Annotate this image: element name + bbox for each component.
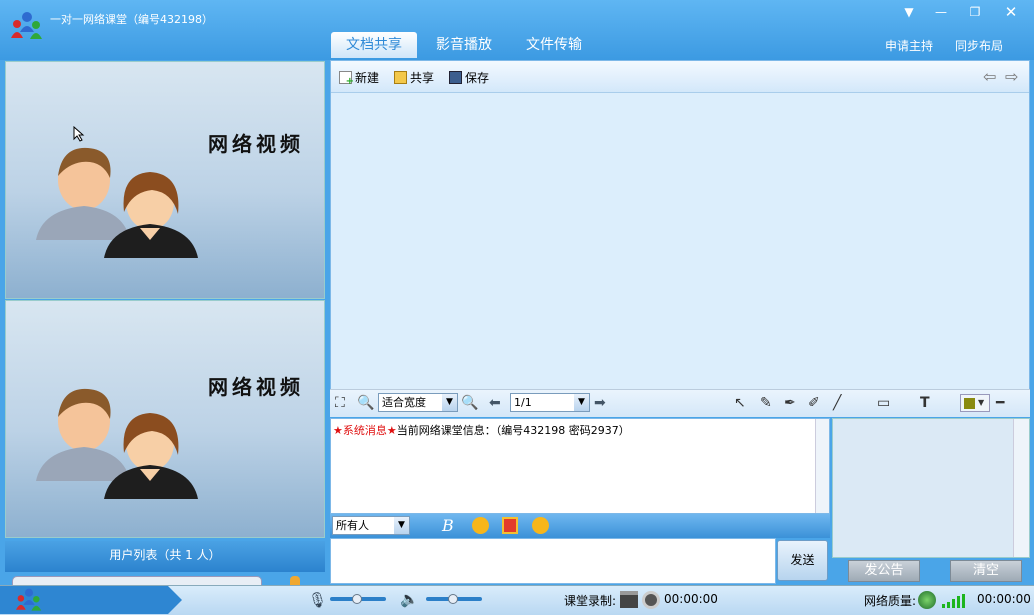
color-picker[interactable]: ▼ xyxy=(960,394,990,412)
restore-icon: ❐ xyxy=(969,5,981,19)
zoom-in-icon[interactable]: 🔍 xyxy=(357,395,374,411)
title-bar: 一对一网络课堂（编号432198） ▼ — ❐ ✕ 文档共享 影音播放 文件传输… xyxy=(0,0,1034,60)
users-avatar-icon xyxy=(36,147,198,258)
send-button[interactable]: 发送 xyxy=(777,540,828,581)
document-canvas[interactable]: + 新建 共享 保存 ⇦ ⇨ xyxy=(330,60,1030,416)
gift-icon[interactable] xyxy=(502,517,518,534)
chat-scrollbar[interactable] xyxy=(815,419,829,513)
record-time: 00:00:00 xyxy=(664,592,718,606)
window-title: 一对一网络课堂（编号432198） xyxy=(50,13,213,26)
share-button[interactable]: 共享 xyxy=(394,69,434,86)
recipient-select[interactable]: 所有人 ▼ xyxy=(332,516,410,535)
hand-icon[interactable] xyxy=(290,576,300,585)
share-folder-icon xyxy=(394,71,407,84)
new-label: 新建 xyxy=(355,71,380,85)
speaker-icon[interactable]: 🔈 xyxy=(400,590,419,608)
video-label: 网络视频 xyxy=(208,132,304,156)
clear-button[interactable]: 清空 xyxy=(950,560,1022,582)
chat-input[interactable] xyxy=(330,538,776,584)
app-logo-icon xyxy=(16,588,42,611)
laugh-emoji-icon[interactable] xyxy=(532,517,549,534)
chevron-down-icon: ▼ xyxy=(978,398,985,407)
tab-document-share[interactable]: 文档共享 xyxy=(331,32,417,58)
mic-volume-slider[interactable] xyxy=(330,594,386,604)
clapperboard-icon[interactable] xyxy=(620,591,638,608)
fit-mode-value: 适合宽度 xyxy=(382,396,426,409)
signal-strength-icon xyxy=(942,594,966,608)
restore-button[interactable]: ❐ xyxy=(964,4,986,22)
slider-knob[interactable] xyxy=(352,594,362,604)
chevron-down-icon: ▼ xyxy=(574,394,589,411)
brush-icon[interactable]: ✐ xyxy=(808,395,820,411)
minimize-icon: — xyxy=(935,5,947,19)
prev-page-icon[interactable]: ⬅ xyxy=(489,395,501,411)
chat-messages[interactable]: ★系统消息★当前网络课堂信息：（编号432198 密码2937） xyxy=(330,418,830,514)
save-label: 保存 xyxy=(465,71,490,85)
smiley-icon[interactable] xyxy=(472,517,489,534)
fullscreen-icon[interactable]: ⛶ xyxy=(335,395,345,411)
system-label: ★系统消息★ xyxy=(333,424,397,437)
menu-dropdown-button[interactable]: ▼ xyxy=(898,4,920,22)
close-icon: ✕ xyxy=(1004,3,1018,21)
record-stop-icon[interactable] xyxy=(642,591,660,609)
close-button[interactable]: ✕ xyxy=(1000,4,1022,22)
page-value: 1/1 xyxy=(514,396,532,409)
line-icon[interactable]: ╱ xyxy=(833,395,841,411)
message-text: 当前网络课堂信息：（编号432198 密码2937） xyxy=(396,424,630,437)
cursor-icon xyxy=(73,126,85,142)
chevron-down-icon: ▼ xyxy=(442,394,457,411)
next-arrow-icon[interactable]: ⇨ xyxy=(1005,67,1018,86)
sync-layout-link[interactable]: 同步布局 xyxy=(955,37,1003,54)
eraser-icon[interactable]: ✎ xyxy=(760,395,772,411)
notice-scrollbar[interactable] xyxy=(1013,419,1029,557)
dropdown-icon: ▼ xyxy=(904,5,914,19)
new-doc-icon: + xyxy=(339,71,354,87)
globe-icon xyxy=(918,591,936,609)
pointer-icon[interactable]: ↖ xyxy=(734,395,746,411)
apply-host-link[interactable]: 申请主持 xyxy=(885,37,933,54)
video-panel-1: 网络视频 xyxy=(5,61,325,299)
drawing-toolbar: ⛶ 🔍 适合宽度 ▼ 🔍 ⬅ 1/1 ▼ ➡ ↖ ✎ ✒ ✐ ╱ ▭ T ▼ ━ xyxy=(330,389,1030,417)
app-logo-icon xyxy=(11,12,42,39)
text-icon[interactable]: T xyxy=(920,395,930,411)
quality-label: 网络质量: xyxy=(864,594,917,608)
pen-icon[interactable]: ✒ xyxy=(784,395,796,411)
share-label: 共享 xyxy=(410,71,435,85)
minimize-button[interactable]: — xyxy=(930,4,952,22)
color-swatch xyxy=(964,398,975,409)
users-avatar-icon xyxy=(36,388,198,499)
prev-arrow-icon[interactable]: ⇦ xyxy=(983,67,996,86)
next-page-icon[interactable]: ➡ xyxy=(594,395,606,411)
fit-mode-select[interactable]: 适合宽度 ▼ xyxy=(378,393,458,412)
record-label: 课堂录制: xyxy=(564,594,617,608)
speaker-volume-slider[interactable] xyxy=(426,594,482,604)
chevron-down-icon: ▼ xyxy=(394,517,409,534)
post-notice-button[interactable]: 发公告 xyxy=(848,560,920,582)
rectangle-icon[interactable]: ▭ xyxy=(877,395,890,411)
user-list-header[interactable]: 用户列表（共 1 人） xyxy=(5,541,325,572)
video-label: 网络视频 xyxy=(208,375,304,399)
chat-toolbar: 所有人 ▼ B xyxy=(330,514,830,538)
new-button[interactable]: + 新建 xyxy=(339,69,380,87)
video-panel-2: 网络视频 xyxy=(5,300,325,538)
document-toolbar: + 新建 共享 保存 ⇦ ⇨ xyxy=(331,61,1029,93)
line-width-icon[interactable]: ━ xyxy=(996,395,1004,411)
page-select[interactable]: 1/1 ▼ xyxy=(510,393,590,412)
tab-file-transfer[interactable]: 文件传输 xyxy=(515,32,593,58)
font-style-icon[interactable]: B xyxy=(442,516,454,535)
recipient-value: 所有人 xyxy=(336,519,369,532)
quality-time: 00:00:00 xyxy=(977,592,1031,606)
notice-panel[interactable] xyxy=(832,418,1030,558)
save-button[interactable]: 保存 xyxy=(449,69,489,86)
zoom-out-icon[interactable]: 🔍 xyxy=(461,395,478,411)
save-disk-icon xyxy=(449,71,462,84)
microphone-icon[interactable]: 🎙 xyxy=(308,591,327,609)
tab-media-play[interactable]: 影音播放 xyxy=(425,32,503,58)
status-bar: 🎙 🔈 课堂录制: 00:00:00 网络质量: 00:00:00 xyxy=(0,585,1034,615)
slider-knob[interactable] xyxy=(448,594,458,604)
system-message: ★系统消息★当前网络课堂信息：（编号432198 密码2937） xyxy=(333,422,630,438)
